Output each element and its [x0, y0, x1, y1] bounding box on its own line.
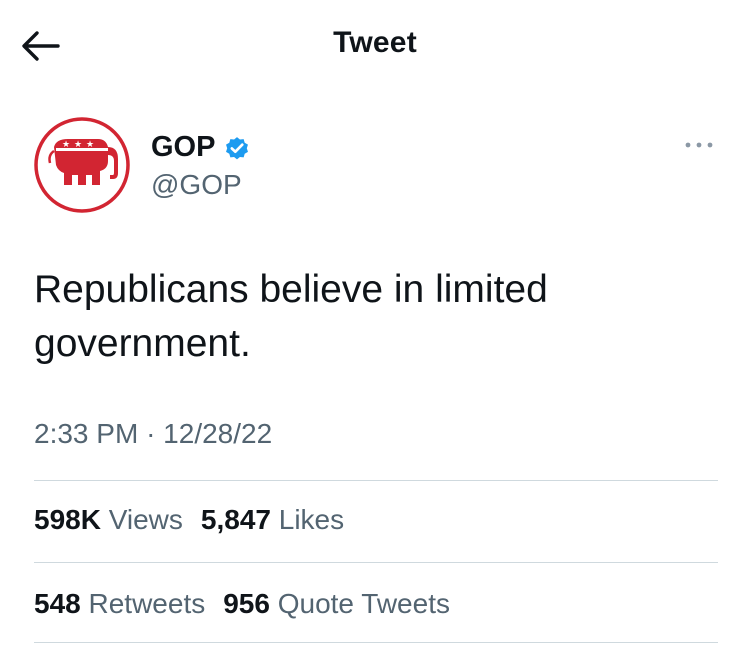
author-name-text: GOP — [151, 131, 216, 163]
tweet-text: Republicans believe in limited governmen… — [34, 263, 714, 371]
author-name[interactable]: GOP — [151, 131, 251, 164]
stats-row-views-likes: 598K Views 5,847 Likes — [34, 504, 362, 536]
republican-elephant-logo: ★ ★ ★ — [34, 117, 130, 213]
tweet-timestamp: 2:33 PM · 12/28/22 — [34, 418, 272, 450]
divider — [34, 562, 718, 563]
svg-text:★: ★ — [74, 140, 82, 150]
tweet-detail-page: Tweet ★ ★ ★ GOP @GOP Republicans believe… — [0, 0, 750, 651]
avatar[interactable]: ★ ★ ★ — [34, 117, 130, 213]
divider — [34, 642, 718, 643]
views-stat[interactable]: 598K Views — [34, 504, 183, 536]
verified-badge-icon — [226, 136, 249, 159]
tweet-text-line: government. — [34, 322, 251, 365]
likes-label: Likes — [278, 504, 345, 535]
tweet-date[interactable]: 12/28/22 — [163, 418, 272, 449]
retweets-count: 548 — [34, 588, 81, 619]
top-bar: Tweet — [0, 0, 750, 92]
page-title: Tweet — [333, 26, 417, 59]
quote-tweets-label: Quote Tweets — [277, 588, 450, 619]
tweet-time[interactable]: 2:33 PM — [34, 418, 138, 449]
views-label: Views — [108, 504, 183, 535]
quote-tweets-stat[interactable]: 956 Quote Tweets — [223, 588, 450, 620]
retweets-stat[interactable]: 548 Retweets — [34, 588, 205, 620]
quote-tweets-count: 956 — [223, 588, 270, 619]
tweet-author: ★ ★ ★ GOP @GOP — [34, 117, 724, 217]
svg-text:★: ★ — [62, 140, 70, 150]
more-options-button[interactable] — [679, 133, 719, 157]
tweet-text-line: Republicans believe in limited — [34, 268, 548, 311]
author-handle[interactable]: @GOP — [151, 169, 242, 201]
more-dots-icon — [685, 142, 713, 148]
timestamp-separator: · — [146, 418, 156, 449]
divider — [34, 480, 718, 481]
svg-text:★: ★ — [86, 140, 94, 150]
likes-stat[interactable]: 5,847 Likes — [201, 504, 344, 536]
retweets-label: Retweets — [88, 588, 206, 619]
views-count: 598K — [34, 504, 101, 535]
likes-count: 5,847 — [200, 504, 271, 535]
stats-row-retweets-quotes: 548 Retweets 956 Quote Tweets — [34, 588, 468, 620]
